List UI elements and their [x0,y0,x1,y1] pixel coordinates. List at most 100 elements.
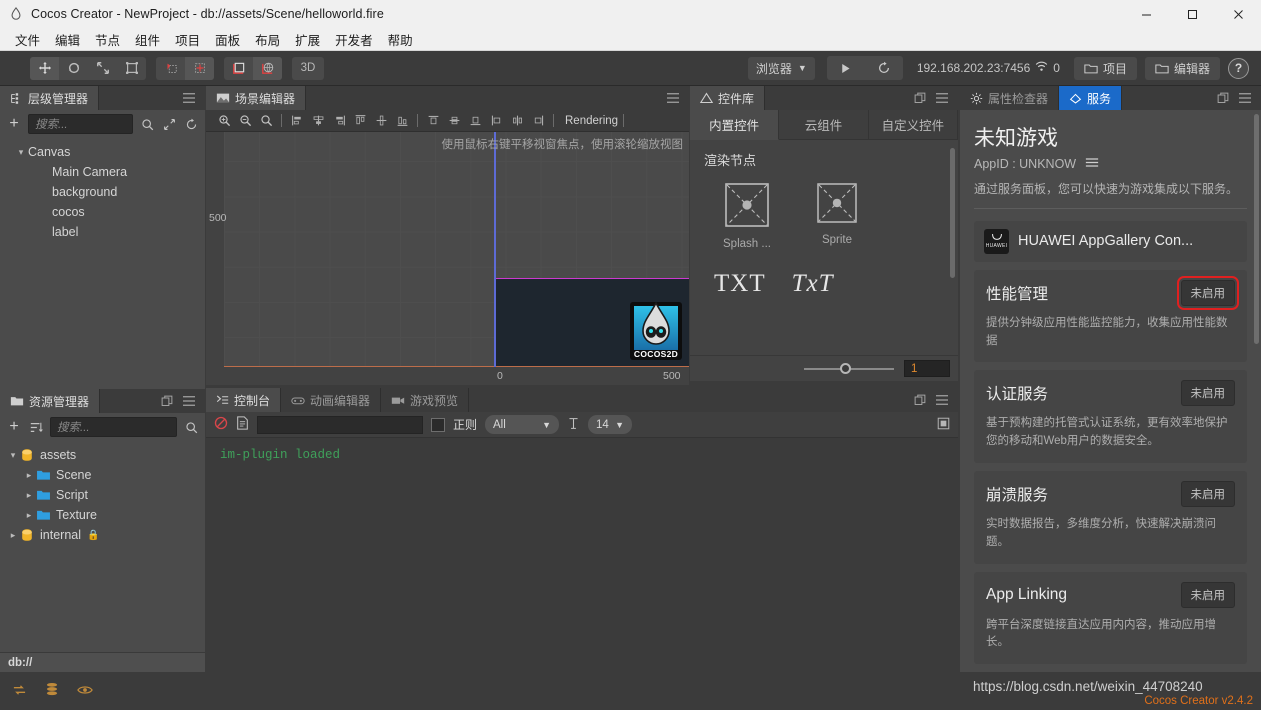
menu-node[interactable]: 节点 [88,28,127,51]
align-left-icon[interactable] [287,112,307,130]
zoom-out-icon[interactable] [235,112,255,130]
service-provider-header[interactable]: HUAWEI HUAWEI AppGallery Con... [974,220,1247,262]
chevron-right-icon[interactable]: ▸ [22,470,36,481]
console-filter-input[interactable] [257,415,423,434]
services-panel-actions[interactable] [1217,86,1261,110]
menu-extension[interactable]: 扩展 [288,28,327,51]
hierarchy-panel-menu[interactable] [182,86,205,110]
assets-search-input[interactable]: 搜索... [50,417,177,437]
distribute-left-icon[interactable] [486,112,506,130]
cocos-sprite[interactable]: COCOS2D [625,301,687,373]
search-icon[interactable] [183,419,199,435]
service-status-button[interactable]: 未启用 [1176,275,1239,310]
service-card[interactable]: 崩溃服务 未启用 实时数据报告，多维度分析，快速解决崩溃问题。 [974,471,1247,564]
tab-game-preview[interactable]: 游戏预览 [381,388,470,412]
distribute-top-icon[interactable] [423,112,443,130]
tab-inspector[interactable]: 属性检查器 [960,86,1060,110]
sync-icon[interactable] [183,116,199,132]
appid-menu-icon[interactable] [1085,157,1099,171]
slider-knob[interactable] [840,363,851,374]
export-log-icon[interactable] [236,416,249,433]
menu-edit[interactable]: 编辑 [48,28,87,51]
chevron-right-icon[interactable]: ▸ [22,490,36,501]
align-middle-icon[interactable] [371,112,391,130]
scale-tool-icon[interactable] [88,57,117,80]
refresh-button[interactable] [865,56,903,80]
menu-file[interactable]: 文件 [8,28,47,51]
asset-node-internal[interactable]: ▸ internal 🔒 [0,525,205,545]
clear-console-icon[interactable] [214,416,228,433]
tab-console[interactable]: 控制台 [206,388,282,412]
align-center-h-icon[interactable] [308,112,328,130]
help-button[interactable]: ? [1228,57,1249,79]
chevron-down-icon[interactable]: ▾ [6,450,20,461]
tab-builtin-widgets[interactable]: 内置控件 [690,110,780,140]
widget-library-scrollbar[interactable] [950,148,955,278]
distribute-middle-icon[interactable] [444,112,464,130]
distribute-center-icon[interactable] [507,112,527,130]
chevron-right-icon[interactable]: ▸ [22,510,36,521]
close-button[interactable] [1215,0,1261,28]
create-asset-button[interactable]: + [6,418,22,436]
asset-node-scene[interactable]: ▸ Scene [0,465,205,485]
chevron-right-icon[interactable]: ▸ [6,530,20,541]
play-button[interactable] [827,56,865,80]
console-settings-icon[interactable] [937,417,950,433]
menu-project[interactable]: 项目 [168,28,207,51]
rotate-tool-icon[interactable] [59,57,88,80]
log-level-select[interactable]: All ▼ [485,415,560,434]
zoom-in-icon[interactable] [214,112,234,130]
tab-services[interactable]: 服务 [1059,86,1123,110]
align-bottom-icon[interactable] [392,112,412,130]
open-project-folder-button[interactable]: 项目 [1073,56,1137,80]
maximize-button[interactable] [1169,0,1215,28]
menu-component[interactable]: 组件 [128,28,167,51]
scene-panel-menu[interactable] [666,86,689,110]
hierarchy-node-background[interactable]: background [0,182,205,202]
open-editor-folder-button[interactable]: 编辑器 [1144,56,1220,80]
asset-node-assets[interactable]: ▾ assets [0,445,205,465]
hierarchy-node-cocos[interactable]: cocos [0,202,205,222]
menu-help[interactable]: 帮助 [381,28,420,51]
search-icon[interactable] [139,116,155,132]
refresh-assets-icon[interactable] [12,683,27,700]
global-coord-tool-icon[interactable] [253,56,282,80]
database-icon[interactable] [45,682,59,700]
zoom-fit-icon[interactable] [256,112,276,130]
service-card[interactable]: App Linking 未启用 跨平台深度链接直达应用内内容，推动应用增长。 [974,571,1247,665]
menu-developer[interactable]: 开发者 [328,28,380,51]
service-card[interactable]: 认证服务 未启用 基于预构建的托管式认证系统，更有效率地保护您的移动和Web用户的数… [974,370,1247,464]
tab-animation-editor[interactable]: 动画编辑器 [281,388,382,412]
distribute-right-icon[interactable] [528,112,548,130]
preview-target-select[interactable]: 浏览器 ▼ [747,56,815,80]
rect-tool-icon[interactable] [117,57,146,80]
tab-hierarchy[interactable]: 层级管理器 [0,86,100,110]
eye-icon[interactable] [77,684,93,699]
widget-zoom-value[interactable]: 1 [904,360,950,377]
3d-mode-button[interactable]: 3D [292,56,324,80]
service-status-button[interactable]: 未启用 [1180,581,1235,608]
console-output[interactable]: im-plugin loaded [206,438,958,696]
widget-zoom-slider[interactable] [804,362,894,376]
scene-viewport[interactable]: COCOS2D Label 500 0 0 500 1,000 使用鼠标右键平移… [206,132,689,385]
rendering-dropdown[interactable]: Rendering [565,115,618,127]
services-scrollbar[interactable] [1254,114,1259,344]
sort-icon[interactable] [28,419,44,435]
tab-custom-widgets[interactable]: 自定义控件 [868,110,958,140]
widget-item-splash[interactable]: Splash ... [720,183,774,250]
font-size-select[interactable]: 14 ▼ [588,415,633,434]
service-status-button[interactable]: 未启用 [1180,380,1235,407]
pivot-center-tool-icon[interactable] [185,56,214,80]
collapse-all-icon[interactable] [161,116,177,132]
menu-layout[interactable]: 布局 [248,28,287,51]
distribute-bottom-icon[interactable] [465,112,485,130]
widget-item-label-icon[interactable]: TXT [714,270,766,298]
align-right-icon[interactable] [329,112,349,130]
regex-checkbox[interactable] [431,417,445,432]
hierarchy-node-main-camera[interactable]: Main Camera [0,162,205,182]
tab-cloud-components[interactable]: 云组件 [779,110,869,140]
console-panel-actions[interactable] [914,388,958,412]
pivot-anchor-tool-icon[interactable] [156,57,185,80]
hierarchy-tree[interactable]: ▾ Canvas Main Camera background cocos label [0,138,205,391]
assets-panel-actions[interactable] [161,389,205,413]
